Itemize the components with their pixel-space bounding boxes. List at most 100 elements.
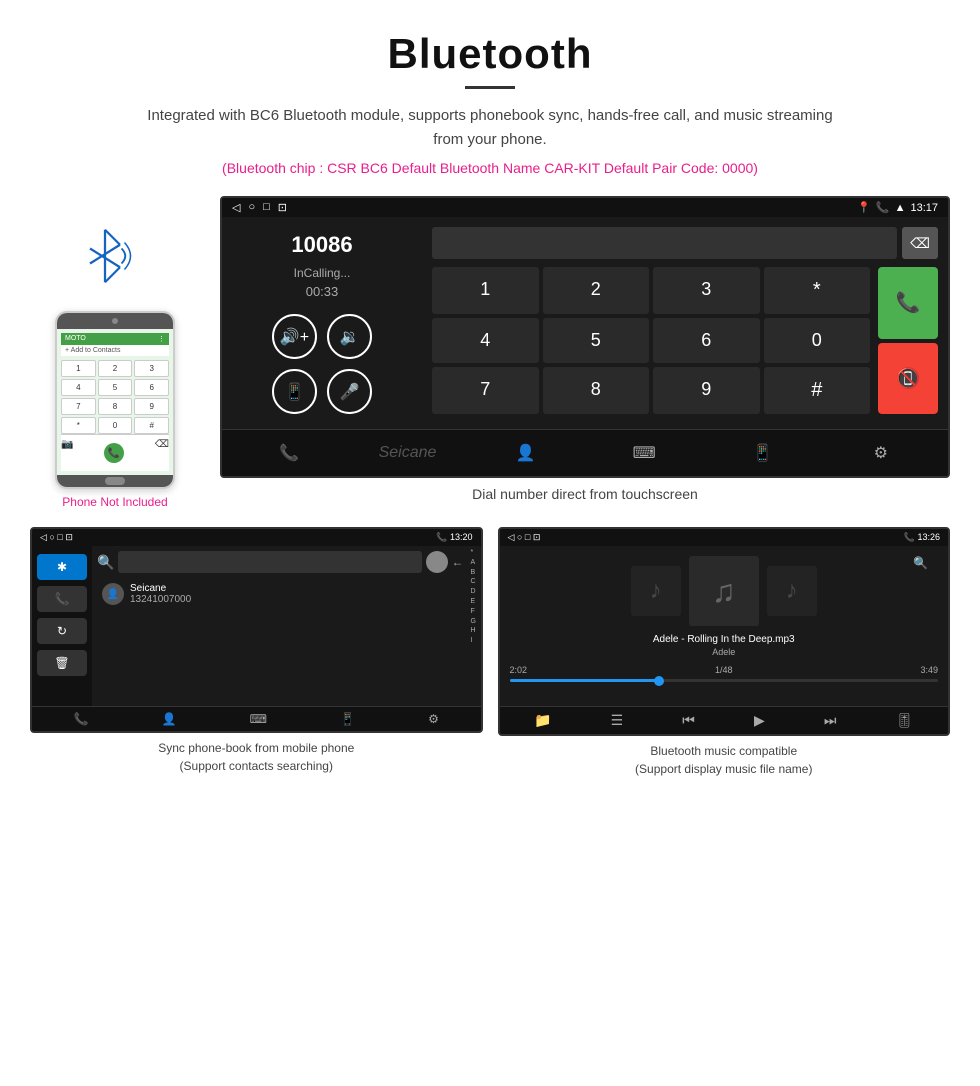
pb-time: 13:20 — [450, 532, 473, 542]
pb-delete-button[interactable]: 🗑 — [37, 650, 87, 676]
contact-name: Seicane — [130, 583, 191, 594]
music-album-left: ♪ — [631, 566, 681, 616]
nav-contacts-icon[interactable]: 👤 — [506, 438, 546, 468]
phonebook-alpha-list: * A B C D E F G H I — [469, 546, 481, 706]
music-status-bar: ◁ ○ □ ⊡ 📞 13:26 — [500, 529, 949, 546]
phone-bottom-bar — [57, 475, 173, 487]
music-progress-fill — [510, 679, 660, 682]
phonebook-screenshot-item: ◁ ○ □ ⊡ 📞 13:20 ✱ 📞 ↻ 🗑 — [30, 527, 483, 778]
music-nav-next[interactable]: ⏭ — [824, 712, 837, 729]
pb-bluetooth-button[interactable]: ✱ — [37, 554, 87, 580]
seicane-watermark: Seicane — [387, 438, 427, 468]
music-progress-bar[interactable] — [510, 679, 939, 682]
keypad-grid: 1 2 3 * 4 5 6 0 7 8 9 # — [432, 267, 870, 414]
dial-screen-content: 10086 InCalling... 00:33 🔊+ 🔉 📱 🎤 ⌫ — [222, 217, 948, 429]
pb-nav-settings[interactable]: ⚙ — [428, 712, 439, 726]
pb-back-arrow: ← — [452, 555, 464, 569]
music-screenshot-item: ◁ ○ □ ⊡ 📞 13:26 ♪ ♫ — [498, 527, 951, 778]
music-time: 13:26 — [917, 532, 940, 542]
key-9[interactable]: 9 — [653, 367, 760, 414]
music-content: ♪ ♫ ♪ 🔍 Adele - Rolling In the Deep.mp3 … — [500, 546, 949, 706]
pb-nav-call[interactable]: 📞 — [74, 712, 89, 726]
contact-item-seicane[interactable]: 👤 Seicane 13241007000 — [97, 578, 464, 610]
page-description: Integrated with BC6 Bluetooth module, su… — [140, 104, 840, 152]
key-2[interactable]: 2 — [543, 267, 650, 314]
dial-delete-button[interactable]: ⌫ — [902, 227, 938, 259]
phonebook-caption: Sync phone-book from mobile phone (Suppo… — [158, 739, 354, 775]
pb-nav-transfer[interactable]: 📱 — [340, 712, 355, 726]
key-1[interactable]: 1 — [432, 267, 539, 314]
dial-control-buttons: 🔊+ 🔉 📱 🎤 — [272, 314, 372, 414]
call-timer: 00:33 — [306, 284, 339, 299]
phonebook-screen: ◁ ○ □ ⊡ 📞 13:20 ✱ 📞 ↻ 🗑 — [30, 527, 483, 733]
key-7[interactable]: 7 — [432, 367, 539, 414]
pb-back-icon: ◁ — [40, 532, 47, 542]
dial-key-star: * — [61, 417, 96, 434]
music-search-icon[interactable]: 🔍 — [913, 556, 928, 570]
music-nav-playlist[interactable]: ☰ — [611, 712, 624, 729]
music-caption: Bluetooth music compatible (Support disp… — [635, 742, 812, 778]
nav-call-icon[interactable]: 📞 — [269, 438, 309, 468]
add-to-contacts-bar: + Add to Contacts — [61, 345, 169, 356]
nav-settings-icon[interactable]: ⚙ — [861, 438, 901, 468]
phone-home-button — [105, 477, 125, 485]
phone-dialpad: 1 2 3 4 5 6 7 8 9 * 0 # — [61, 360, 169, 434]
nav-dialpad-icon[interactable]: ⌨ — [624, 438, 664, 468]
dial-key-3: 3 — [134, 360, 169, 377]
key-6[interactable]: 6 — [653, 318, 760, 363]
key-5[interactable]: 5 — [543, 318, 650, 363]
pb-sync-button[interactable]: ↻ — [37, 618, 87, 644]
music-time-current: 2:02 — [510, 665, 528, 675]
music-back-icon: ◁ — [508, 532, 515, 542]
keypad-and-actions: 1 2 3 * 4 5 6 0 7 8 9 # — [432, 267, 938, 414]
title-divider — [465, 86, 515, 89]
pb-signal-icon: 📞 — [436, 532, 447, 542]
dial-key-hash: # — [134, 417, 169, 434]
music-album-main: ♫ — [689, 556, 759, 626]
music-nav-equalizer[interactable]: 🎚 — [896, 712, 914, 729]
dial-key-7: 7 — [61, 398, 96, 415]
music-nav-prev[interactable]: ⏮ — [682, 712, 695, 729]
call-accept-button[interactable]: 📞 — [878, 267, 938, 339]
pb-home-icon: ○ — [49, 532, 54, 542]
nav-transfer-icon[interactable]: 📱 — [742, 438, 782, 468]
recents-icon: □ — [263, 201, 270, 214]
mute-button[interactable]: 🎤 — [327, 369, 372, 414]
key-0[interactable]: 0 — [764, 318, 871, 363]
music-note-right: ♪ — [786, 577, 798, 605]
music-nav-folder[interactable]: 📁 — [534, 712, 551, 729]
pb-phone-button[interactable]: 📞 — [37, 586, 87, 612]
phonebook-search-field[interactable] — [118, 551, 421, 573]
key-4[interactable]: 4 — [432, 318, 539, 363]
transfer-button[interactable]: 📱 — [272, 369, 317, 414]
page-title: Bluetooth — [20, 30, 960, 78]
volume-up-button[interactable]: 🔊+ — [272, 314, 317, 359]
dial-key-0: 0 — [98, 417, 133, 434]
music-home-icon: ○ — [517, 532, 522, 542]
music-nav-play[interactable]: ▶ — [754, 712, 765, 729]
volume-down-button[interactable]: 🔉 — [327, 314, 372, 359]
music-note-left: ♪ — [650, 577, 662, 605]
dial-left-panel: 10086 InCalling... 00:33 🔊+ 🔉 📱 🎤 — [222, 217, 422, 429]
music-progress-dot — [654, 676, 664, 686]
phone-speaker — [112, 318, 118, 324]
key-3[interactable]: 3 — [653, 267, 760, 314]
dial-input-field[interactable] — [432, 227, 897, 259]
key-8[interactable]: 8 — [543, 367, 650, 414]
dial-action-column: 📞 📵 — [878, 267, 938, 414]
phone-bottom-icons: 📷 📞 ⌫ — [61, 434, 169, 471]
bottom-screenshots: ◁ ○ □ ⊡ 📞 13:20 ✱ 📞 ↻ 🗑 — [0, 527, 980, 778]
music-track-number: 1/48 — [715, 665, 733, 675]
car-screen-section: ◁ ○ □ ⊡ 📍 📞 ▲ 13:17 10086 InCalling... — [220, 196, 950, 517]
pb-search-icon: 🔍 — [97, 554, 114, 571]
phone-top-bar — [57, 313, 173, 329]
phone-delete-icon: ⌫ — [155, 439, 169, 467]
pb-nav-contacts[interactable]: 👤 — [162, 712, 177, 726]
dial-key-1: 1 — [61, 360, 96, 377]
pb-nav-dialpad[interactable]: ⌨ — [250, 712, 267, 726]
phone-screen-header: MOTO ⋮ — [61, 333, 169, 345]
key-star[interactable]: * — [764, 267, 871, 314]
call-end-button[interactable]: 📵 — [878, 343, 938, 415]
key-hash[interactable]: # — [764, 367, 871, 414]
music-time-total: 3:49 — [920, 665, 938, 675]
